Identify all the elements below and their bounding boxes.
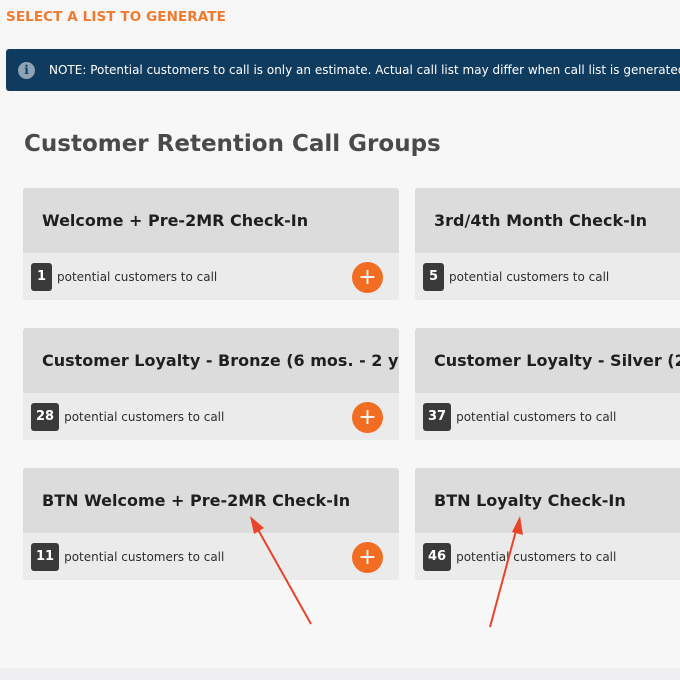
call-group-card-btn-welcome[interactable]: BTN Welcome + Pre-2MR Check-In 11 potent… [23,468,399,580]
call-group-card-welcome[interactable]: Welcome + Pre-2MR Check-In 1 potential c… [23,188,399,300]
card-title: Welcome + Pre-2MR Check-In [42,211,309,230]
call-group-card-3rd-4th-month[interactable]: 3rd/4th Month Check-In 5 potential custo… [415,188,680,300]
count-label: potential customers to call [64,549,225,564]
count-label: potential customers to call [449,269,610,284]
count-badge: 1 [31,262,52,291]
add-list-button[interactable]: + [352,402,383,433]
card-header: BTN Loyalty Check-In [415,468,680,533]
page-bottom-strip [0,668,680,680]
count-badge: 46 [423,542,452,571]
count-label: potential customers to call [57,269,218,284]
call-group-card-loyalty-silver[interactable]: Customer Loyalty - Silver (2 - 5 y 37 po… [415,328,680,440]
select-list-heading: SELECT A LIST TO GENERATE [6,9,226,25]
call-group-card-loyalty-bronze[interactable]: Customer Loyalty - Bronze (6 mos. - 2 yr… [23,328,399,440]
count-badge: 37 [423,402,452,431]
card-footer: 1 potential customers to call + [23,253,399,300]
card-title: 3rd/4th Month Check-In [434,211,648,230]
card-header: Welcome + Pre-2MR Check-In [23,188,399,253]
card-header: BTN Welcome + Pre-2MR Check-In [23,468,399,533]
card-footer: 37 potential customers to call [415,393,680,440]
card-header: 3rd/4th Month Check-In [415,188,680,253]
card-title: Customer Loyalty - Silver (2 - 5 y [434,351,680,370]
card-footer: 28 potential customers to call + [23,393,399,440]
count-label: potential customers to call [64,409,225,424]
call-group-card-btn-loyalty[interactable]: BTN Loyalty Check-In 46 potential custom… [415,468,680,580]
count-badge: 11 [31,542,60,571]
card-header: Customer Loyalty - Bronze (6 mos. - 2 yr… [23,328,399,393]
count-badge: 28 [31,402,60,431]
card-header: Customer Loyalty - Silver (2 - 5 y [415,328,680,393]
add-list-button[interactable]: + [352,262,383,293]
card-title: Customer Loyalty - Bronze (6 mos. - 2 yr… [42,351,399,370]
card-footer: 11 potential customers to call + [23,533,399,580]
note-banner: i NOTE: Potential customers to call is o… [6,49,680,91]
card-title: BTN Welcome + Pre-2MR Check-In [42,491,351,510]
card-footer: 5 potential customers to call [415,253,680,300]
card-footer: 46 potential customers to call [415,533,680,580]
count-label: potential customers to call [456,549,617,564]
count-label: potential customers to call [456,409,617,424]
info-icon: i [18,61,35,79]
section-title: Customer Retention Call Groups [24,131,441,157]
card-title: BTN Loyalty Check-In [434,491,626,510]
note-text: NOTE: Potential customers to call is onl… [49,63,680,77]
add-list-button[interactable]: + [352,542,383,573]
count-badge: 5 [423,262,444,291]
